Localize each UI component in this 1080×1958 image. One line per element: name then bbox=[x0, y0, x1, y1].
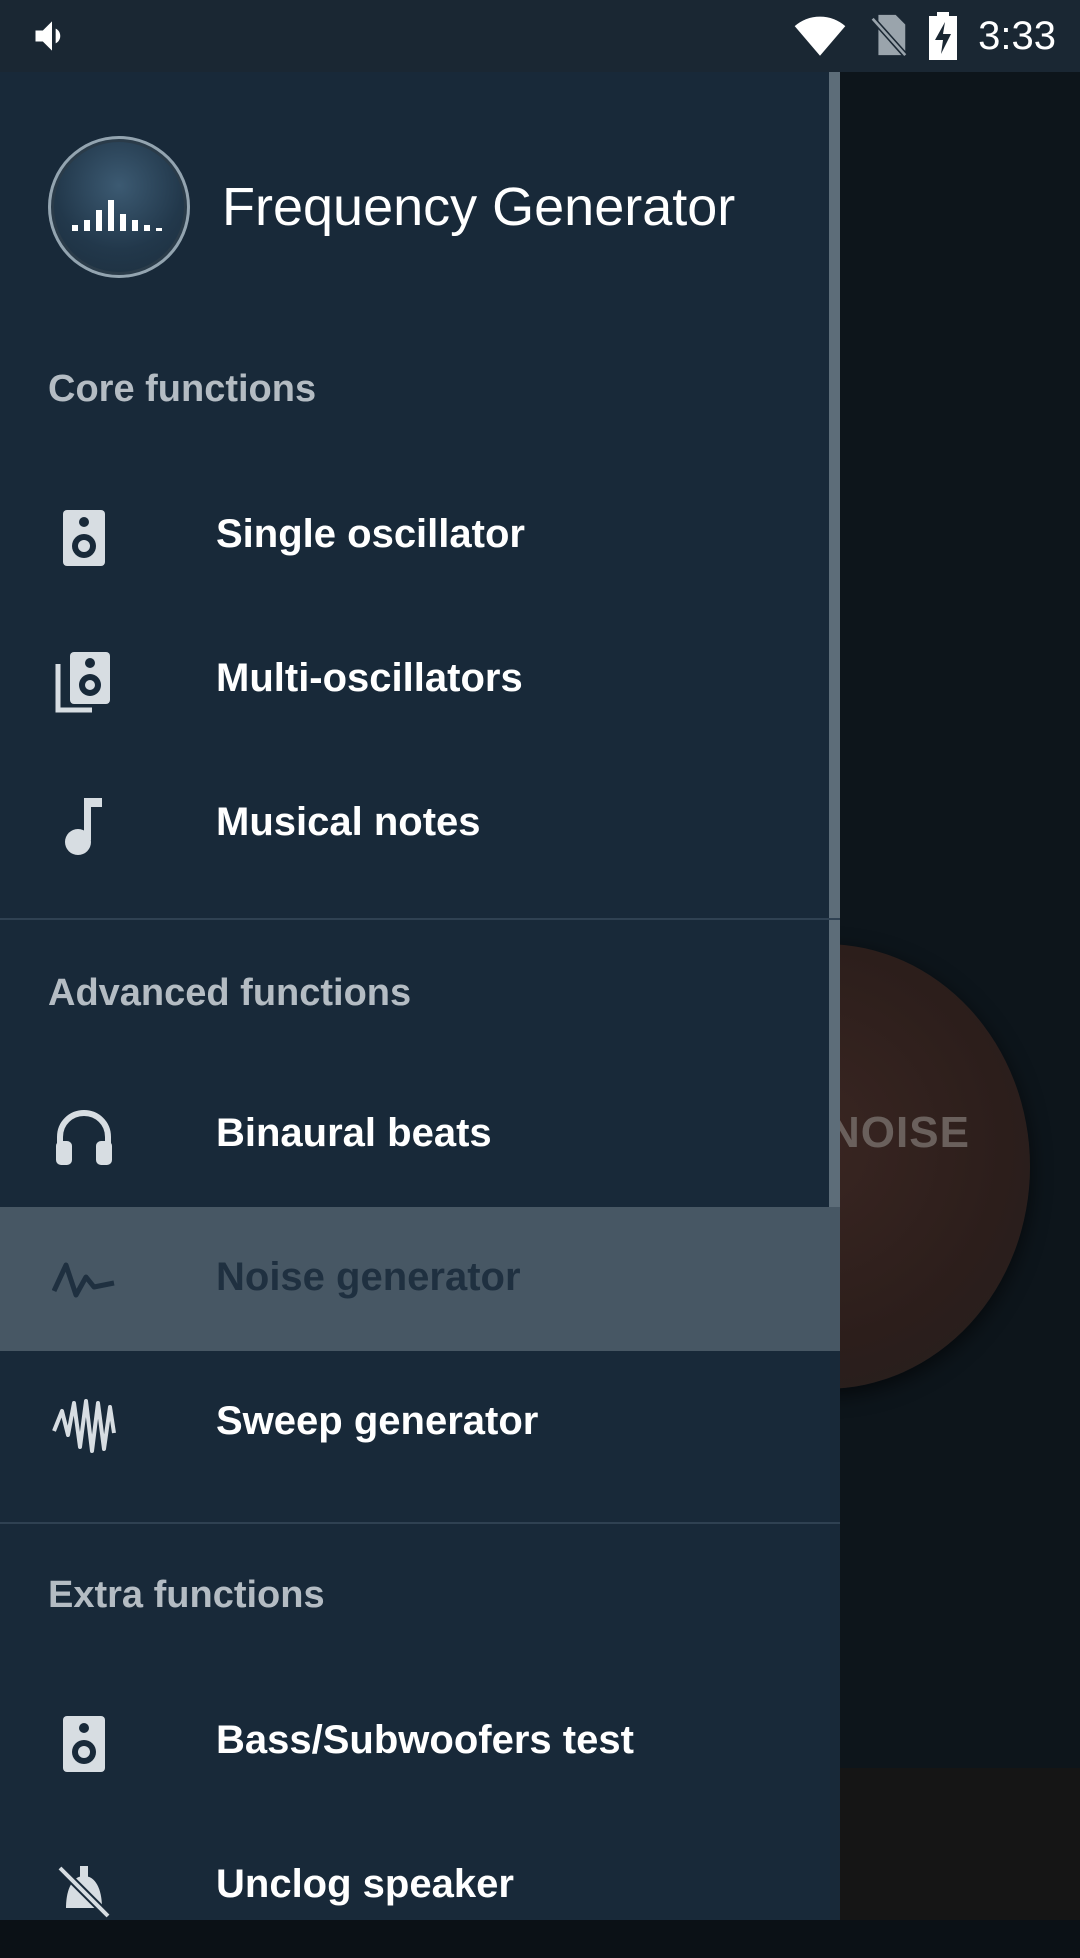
headphones-icon bbox=[56, 1109, 112, 1165]
section-advanced-functions: Advanced functions bbox=[48, 972, 412, 1014]
section-divider bbox=[0, 918, 840, 920]
status-time: 3:33 bbox=[978, 13, 1056, 58]
volume-icon bbox=[35, 21, 61, 51]
nav-item-musical-notes[interactable]: Musical notes bbox=[0, 752, 840, 896]
music-note-icon bbox=[65, 798, 102, 855]
unclog-speaker-icon bbox=[57, 1865, 111, 1919]
status-bar: 3:33 bbox=[0, 0, 1080, 72]
section-extra-functions: Extra functions bbox=[48, 1574, 325, 1616]
nav-item-bass-subwoofers-test[interactable]: Bass/Subwoofers test bbox=[0, 1670, 840, 1814]
nav-item-single-oscillator[interactable]: Single oscillator bbox=[0, 464, 840, 608]
battery-charging-icon bbox=[929, 12, 958, 60]
nav-item-label: Bass/Subwoofers test bbox=[216, 1718, 634, 1762]
navigation-drawer: Frequency Generator Core functions Singl… bbox=[0, 72, 840, 1920]
nav-item-label: Unclog speaker bbox=[216, 1862, 514, 1906]
nav-item-binaural-beats[interactable]: Binaural beats bbox=[0, 1063, 840, 1207]
section-core-functions: Core functions bbox=[48, 368, 317, 410]
nav-item-sweep-generator[interactable]: Sweep generator bbox=[0, 1351, 840, 1495]
app-title: Frequency Generator bbox=[222, 177, 736, 237]
nav-item-multi-oscillators[interactable]: Multi-oscillators bbox=[0, 608, 840, 752]
app-logo bbox=[48, 136, 190, 278]
no-sim-icon bbox=[870, 14, 908, 58]
nav-item-label: Binaural beats bbox=[216, 1111, 492, 1155]
sweep-wave-icon bbox=[52, 1399, 116, 1453]
nav-item-label: Noise generator bbox=[216, 1255, 521, 1299]
section-divider bbox=[0, 1522, 840, 1524]
equalizer-logo-icon bbox=[72, 200, 162, 231]
noise-wave-icon bbox=[52, 1262, 115, 1298]
nav-item-noise-generator[interactable]: Noise generator bbox=[0, 1207, 840, 1351]
noise-button-label: NOISE bbox=[828, 1108, 970, 1157]
wifi-icon bbox=[794, 16, 846, 56]
nav-item-label: Sweep generator bbox=[216, 1399, 539, 1443]
multi-speaker-icon bbox=[55, 652, 110, 713]
nav-item-label: Musical notes bbox=[216, 800, 481, 844]
nav-item-label: Single oscillator bbox=[216, 512, 525, 556]
speaker-icon bbox=[63, 510, 105, 566]
nav-item-unclog-speaker[interactable]: Unclog speaker bbox=[0, 1814, 840, 1958]
drawer-header: Frequency Generator bbox=[0, 72, 820, 342]
nav-item-label: Multi-oscillators bbox=[216, 656, 523, 700]
speaker-icon bbox=[63, 1716, 105, 1772]
